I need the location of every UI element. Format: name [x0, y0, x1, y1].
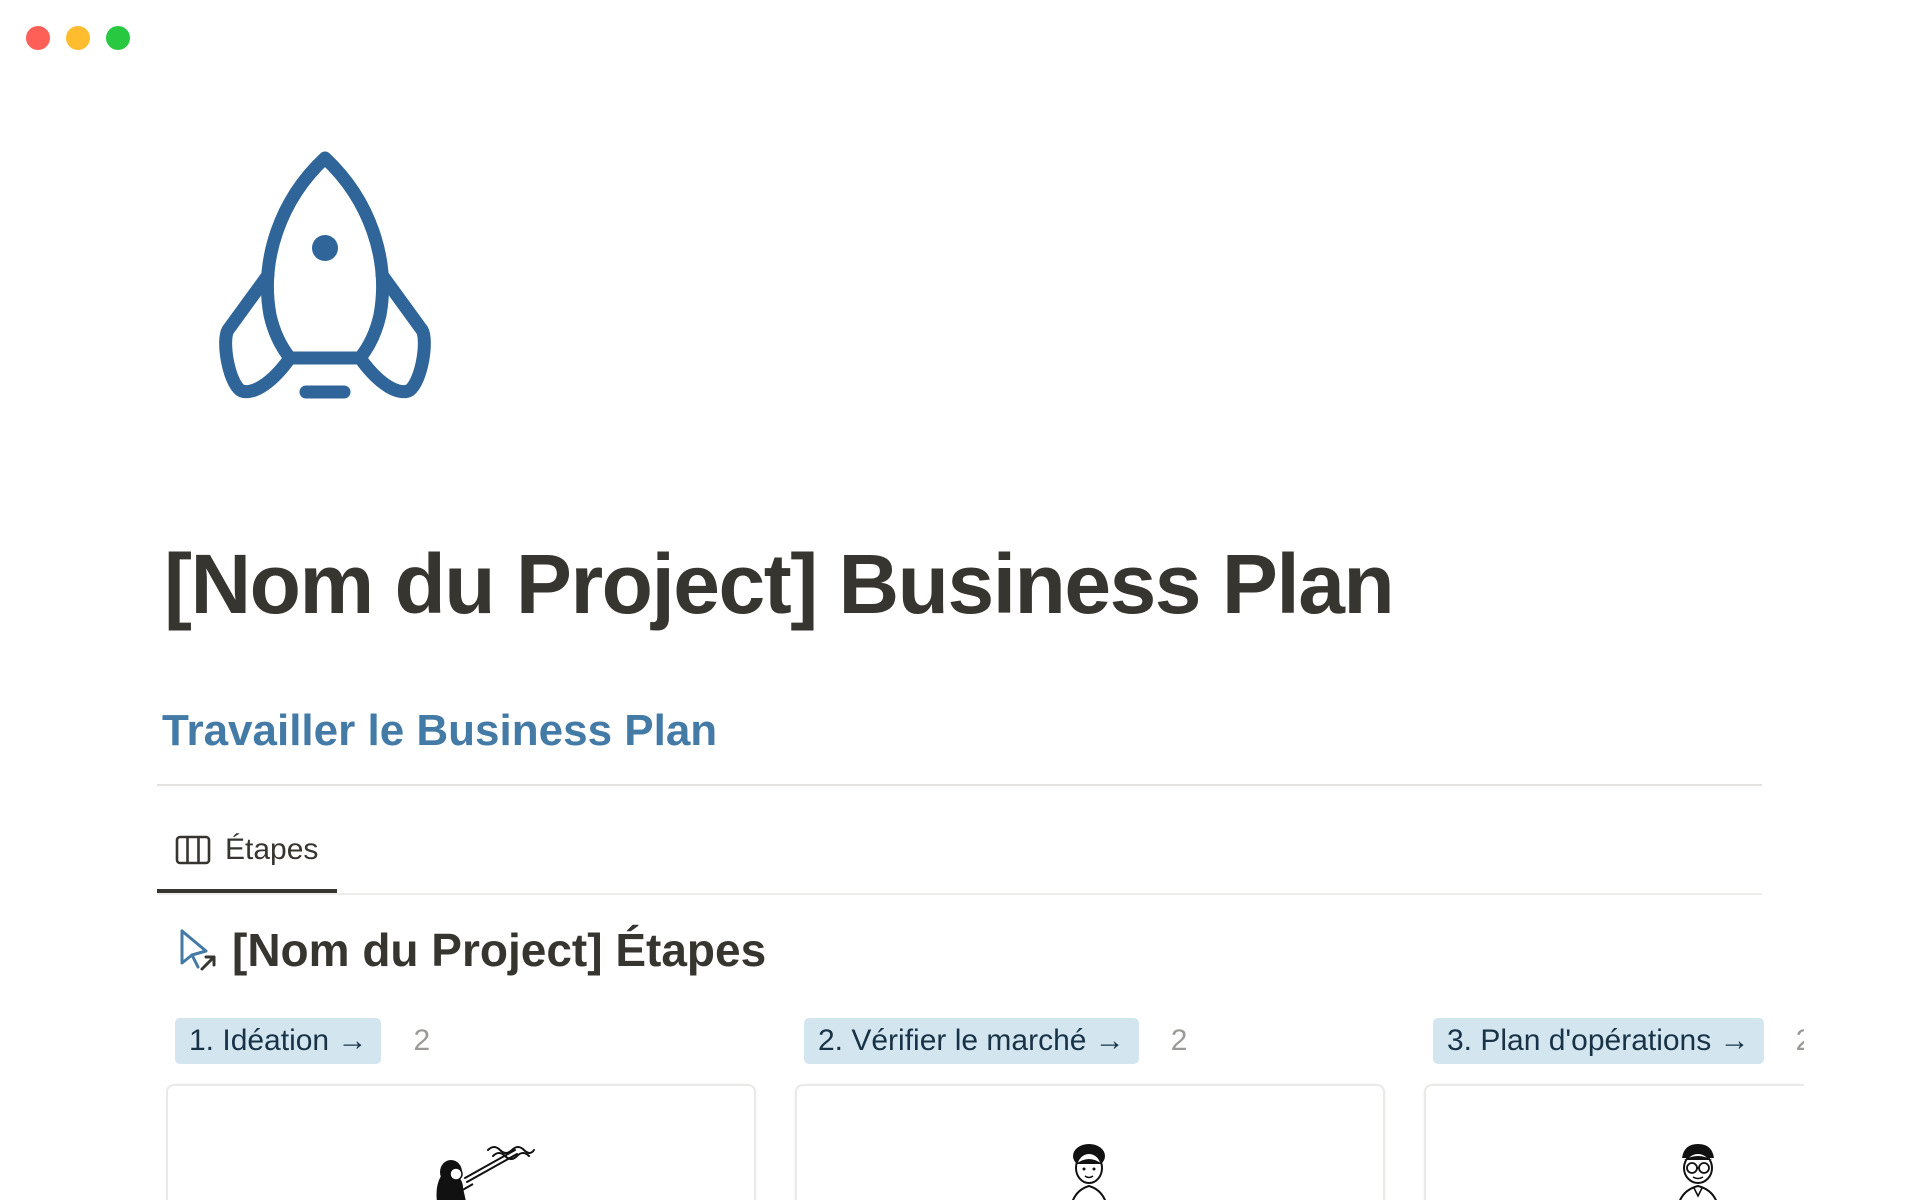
board-card[interactable]: [166, 1084, 756, 1200]
column-label[interactable]: 1. Idéation →: [175, 1018, 382, 1064]
board-column-verifier-marche: 2. Vérifier le marché → 2: [795, 1018, 1385, 1200]
minimize-window-button[interactable]: [66, 26, 90, 50]
maximize-window-button[interactable]: [106, 26, 130, 50]
board-icon: [175, 835, 211, 865]
board: 1. Idéation → 2 2. Vérifier le marché → …: [166, 1018, 1804, 1200]
tab-etapes[interactable]: Étapes: [157, 825, 337, 893]
column-count: 2: [1170, 1024, 1188, 1057]
column-count: 2: [1795, 1024, 1804, 1057]
page-title[interactable]: [Nom du Project] Business Plan: [164, 536, 1395, 633]
rocket-icon[interactable]: [210, 150, 440, 410]
column-label[interactable]: 2. Vérifier le marché →: [804, 1018, 1139, 1064]
column-label[interactable]: 3. Plan d'opérations →: [1433, 1018, 1764, 1064]
cursor-arrow-icon: [180, 929, 216, 971]
column-header: 2. Vérifier le marché → 2: [795, 1018, 1385, 1064]
database-title[interactable]: [Nom du Project] Étapes: [178, 920, 766, 980]
column-header: 1. Idéation → 2: [166, 1018, 756, 1064]
section-heading[interactable]: Travailler le Business Plan: [162, 706, 717, 756]
woman-with-telescope-illustration: [436, 1146, 535, 1200]
column-count: 2: [413, 1024, 431, 1057]
column-header: 3. Plan d'opérations → 2: [1424, 1018, 1804, 1064]
database-title-text: [Nom du Project] Étapes: [232, 924, 767, 976]
view-tabs: Étapes: [157, 825, 1762, 895]
divider: [157, 784, 1762, 786]
close-window-button[interactable]: [26, 26, 50, 50]
tab-label: Étapes: [225, 833, 319, 866]
board-card[interactable]: [795, 1084, 1385, 1200]
window-controls: [26, 26, 130, 50]
man-with-glasses-illustration: [1679, 1144, 1717, 1200]
board-column-ideation: 1. Idéation → 2: [166, 1018, 756, 1200]
woman-portrait-illustration: [1072, 1144, 1106, 1200]
board-column-plan-operations: 3. Plan d'opérations → 2: [1424, 1018, 1804, 1200]
board-card[interactable]: [1424, 1084, 1804, 1200]
